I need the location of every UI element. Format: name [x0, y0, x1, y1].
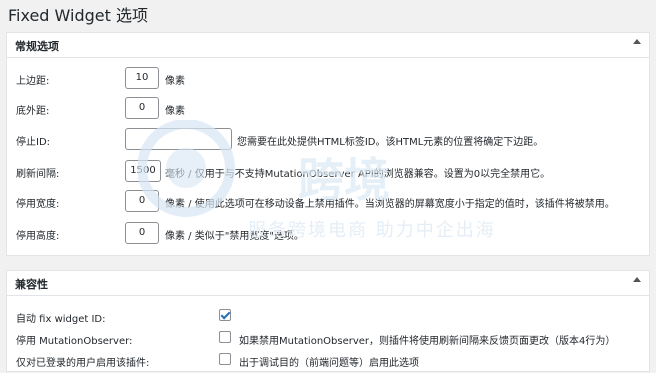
top-margin-desc: 像素 — [165, 76, 185, 87]
setting-row-disable-height: 停用高度: 0 像素 / 类似于"禁用宽度"选项。 — [7, 222, 649, 246]
setting-row-stop-id: 停止ID: 您需要在此处提供HTML标签ID。该HTML元素的位置将确定下边距。 — [7, 128, 649, 152]
bottom-margin-desc: 像素 — [165, 106, 185, 117]
setting-row-auto-fix-id: 自动 fix widget ID: — [7, 305, 649, 329]
setting-row-top-margin: 上边距: 10 像素 — [7, 67, 649, 91]
setting-row-bottom-margin: 底外距: 0 像素 — [7, 97, 649, 121]
disable-height-input[interactable]: 0 — [125, 222, 159, 244]
logged-in-only-label: 仅对已登录的用户启用该插件: — [16, 358, 150, 369]
bottom-margin-label: 底外距: — [16, 106, 50, 117]
disable-mutation-observer-checkbox[interactable] — [219, 331, 231, 343]
stop-id-desc: 您需要在此处提供HTML标签ID。该HTML元素的位置将确定下边距。 — [237, 137, 544, 148]
refresh-interval-label: 刷新间隔: — [16, 169, 60, 180]
stop-id-input[interactable] — [125, 128, 232, 150]
page-title: Fixed Widget 选项 — [8, 6, 148, 25]
disable-height-desc: 像素 / 类似于"禁用宽度"选项。 — [165, 231, 304, 242]
compatibility-panel: 兼容性 自动 fix widget ID: 停用 MutationObserve… — [6, 270, 650, 372]
general-options-header[interactable]: 常规选项 — [7, 33, 649, 58]
setting-row-disable-width: 停用宽度: 0 像素 / 使用此选项可在移动设备上禁用插件。当浏览器的屏幕宽度小… — [7, 190, 649, 214]
compatibility-header[interactable]: 兼容性 — [7, 271, 649, 296]
disable-mutation-observer-desc: 如果禁用MutationObserver，则插件将使用刷新间隔来反馈页面更改（版… — [239, 336, 616, 347]
refresh-interval-desc: 毫秒 / 仅用于与不支持MutationObserver API的浏览器兼容。设… — [165, 169, 551, 180]
top-margin-label: 上边距: — [16, 76, 50, 87]
general-options-title: 常规选项 — [15, 40, 59, 53]
setting-row-refresh-interval: 刷新间隔: 1500 毫秒 / 仅用于与不支持MutationObserver … — [7, 160, 649, 184]
collapse-arrow-icon[interactable] — [633, 39, 641, 44]
disable-width-input[interactable]: 0 — [125, 190, 159, 212]
general-options-panel: 常规选项 上边距: 10 像素 底外距: 0 像素 停止ID: 您需要在此处提供… — [6, 32, 650, 256]
auto-fix-id-label: 自动 fix widget ID: — [16, 314, 106, 325]
auto-fix-id-checkbox[interactable] — [219, 309, 231, 321]
setting-row-disable-mutation-observer: 停用 MutationObserver: 如果禁用MutationObserve… — [7, 327, 649, 351]
disable-mutation-observer-label: 停用 MutationObserver: — [16, 336, 133, 347]
top-margin-input[interactable]: 10 — [125, 67, 159, 89]
disable-width-label: 停用宽度: — [16, 199, 60, 210]
collapse-arrow-icon[interactable] — [633, 277, 641, 282]
disable-width-desc: 像素 / 使用此选项可在移动设备上禁用插件。当浏览器的屏幕宽度小于指定的值时，该… — [165, 199, 615, 210]
stop-id-label: 停止ID: — [16, 137, 51, 148]
compatibility-title: 兼容性 — [15, 278, 48, 291]
logged-in-only-checkbox[interactable] — [219, 353, 231, 365]
logged-in-only-desc: 出于调试目的（前端问题等）启用此选项 — [239, 358, 419, 369]
refresh-interval-input[interactable]: 1500 — [125, 160, 161, 182]
bottom-margin-input[interactable]: 0 — [125, 97, 159, 119]
disable-height-label: 停用高度: — [16, 231, 60, 242]
setting-row-logged-in-only: 仅对已登录的用户启用该插件: 出于调试目的（前端问题等）启用此选项 — [7, 349, 649, 373]
